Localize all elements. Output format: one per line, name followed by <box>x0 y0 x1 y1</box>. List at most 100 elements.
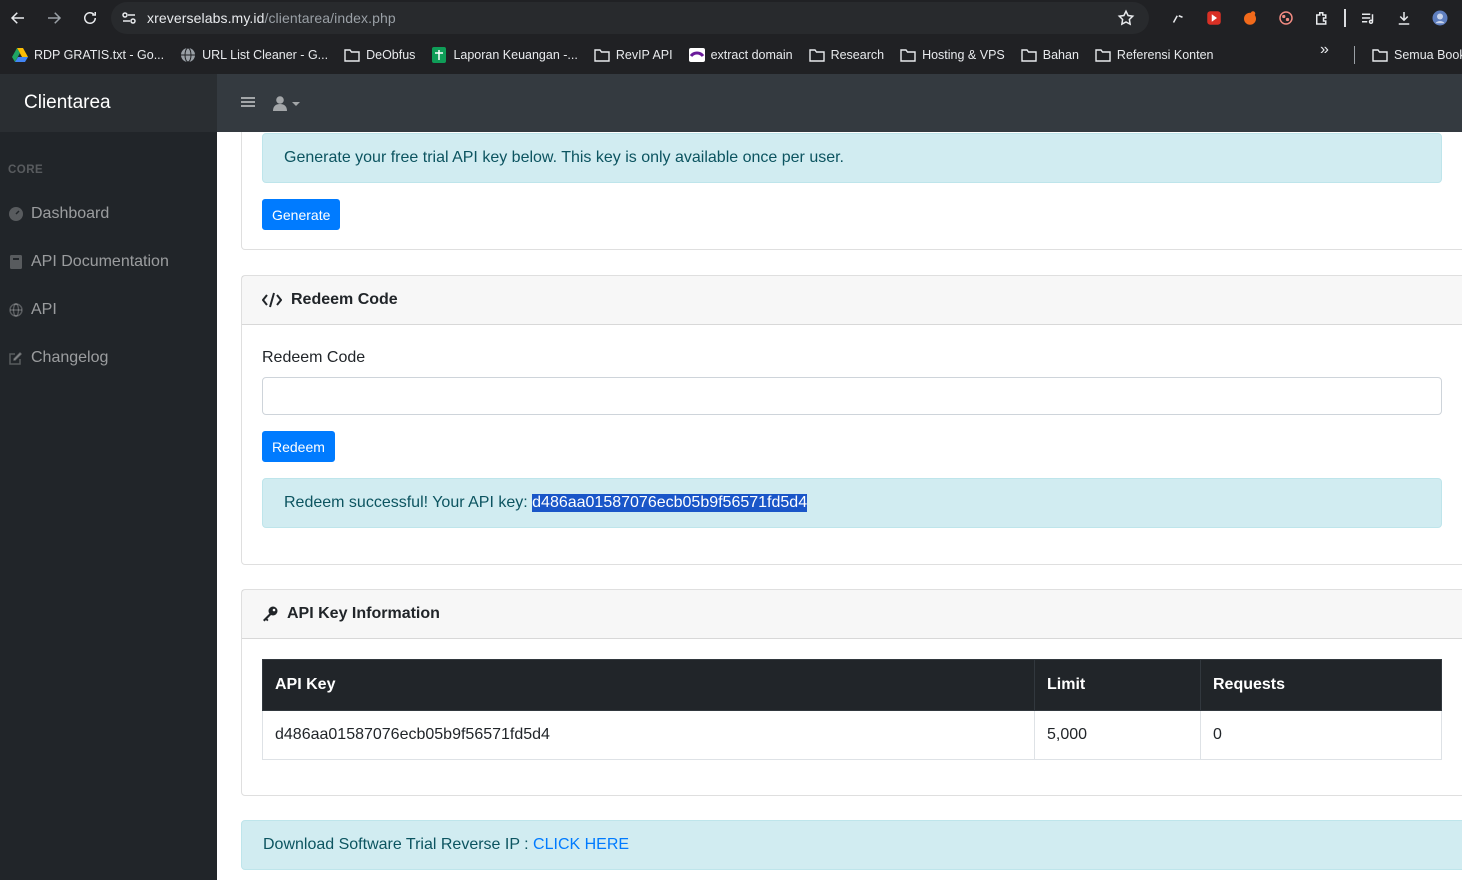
bookmark-bahan[interactable]: Bahan <box>1013 41 1087 69</box>
redeem-success-text: Redeem successful! Your API key: <box>284 494 533 511</box>
reload-icon <box>84 12 96 24</box>
api-key-info-header: API Key Information <box>242 590 1462 639</box>
bookmark-label: extract domain <box>710 48 793 62</box>
sheets-icon <box>431 47 447 63</box>
sidebar-item-label: API Documentation <box>31 253 169 270</box>
extensions-puzzle-icon[interactable] <box>1304 0 1340 36</box>
bookmark-label: DeObfus <box>366 48 416 62</box>
folder-icon <box>1095 47 1111 63</box>
sidebar-toggle-button[interactable] <box>241 93 255 114</box>
redeem-card: Redeem Code Redeem Code Redeem Redeem su… <box>241 275 1462 565</box>
table-header-row: API Key Limit Requests <box>262 659 1442 711</box>
address-bar[interactable]: xreverselabs.my.id/clientarea/index.php <box>111 2 1149 34</box>
redeemed-api-key[interactable]: d486aa01587076ecb05b9f56571fd5d4 <box>532 494 808 512</box>
redeem-button[interactable]: Redeem <box>262 431 335 462</box>
media-playlist-icon[interactable] <box>1350 0 1386 36</box>
google-drive-icon <box>12 47 28 63</box>
edit-icon <box>8 351 23 366</box>
bookmark-label: Bahan <box>1042 48 1079 62</box>
top-navbar: Clientarea <box>0 74 1462 132</box>
bookmark-label: URL List Cleaner - G... <box>202 48 329 62</box>
sidebar-item-api-documentation[interactable]: API Documentation <box>8 253 169 271</box>
trial-alert-text: Generate your free trial API key below. … <box>284 149 844 166</box>
bookmark-laporan-keuangan[interactable]: Laporan Keuangan -... <box>423 41 585 69</box>
download-alert: Download Software Trial Reverse IP : CLI… <box>241 820 1462 870</box>
extension-cookie-icon[interactable] <box>1268 0 1304 36</box>
sidebar-item-api[interactable]: API <box>8 301 57 319</box>
redeem-code-label: Redeem Code <box>262 349 366 366</box>
reload-button[interactable] <box>72 0 108 36</box>
bookmark-revip-api[interactable]: RevIP API <box>586 41 681 69</box>
trial-card: Generate your free trial API key below. … <box>241 132 1462 250</box>
bookmark-referensi-konten[interactable]: Referensi Konten <box>1087 41 1222 69</box>
profile-avatar-icon[interactable] <box>1422 0 1458 36</box>
folder-icon <box>1021 47 1037 63</box>
bookmark-star-icon[interactable] <box>1117 9 1135 32</box>
redeem-card-title: Redeem Code <box>291 291 398 308</box>
folder-icon <box>594 47 610 63</box>
sidebar-heading: CORE <box>8 164 44 176</box>
sidebar-item-dashboard[interactable]: Dashboard <box>8 205 109 223</box>
cell-requests: 0 <box>1200 710 1442 760</box>
book-icon <box>8 255 23 270</box>
bookmark-label: RDP GRATIS.txt - Go... <box>34 48 165 62</box>
api-key-info-title: API Key Information <box>287 605 440 622</box>
cell-api-key: d486aa01587076ecb05b9f56571fd5d4 <box>262 710 1035 760</box>
chevron-down-icon <box>292 102 300 106</box>
bookmark-extract-domain[interactable]: extract domain <box>681 41 801 69</box>
folder-icon <box>1372 47 1388 63</box>
cell-limit: 5,000 <box>1034 710 1201 760</box>
toolbar-separator <box>1344 9 1346 27</box>
bookmark-research[interactable]: Research <box>801 41 893 69</box>
site-info-icon[interactable] <box>111 10 147 26</box>
globe-icon <box>8 303 23 318</box>
sidebar-item-changelog[interactable]: Changelog <box>8 349 108 367</box>
sidebar-item-label: Changelog <box>31 349 109 366</box>
main-content: Generate your free trial API key below. … <box>217 132 1462 880</box>
extension-orange-icon[interactable] <box>1232 0 1268 36</box>
table-row: d486aa01587076ecb05b9f56571fd5d4 5,000 0 <box>262 710 1442 760</box>
bookmark-label: Referensi Konten <box>1116 48 1214 62</box>
bookmark-deobfus[interactable]: DeObfus <box>336 41 423 69</box>
extension-1-icon[interactable] <box>1160 0 1196 36</box>
all-bookmarks-folder[interactable]: Semua Book <box>1364 41 1462 69</box>
forward-button[interactable] <box>36 0 72 36</box>
folder-icon <box>344 47 360 63</box>
key-icon <box>262 606 278 622</box>
column-header-api-key: API Key <box>262 659 1035 711</box>
api-key-info-card: API Key Information API Key Limit Reques… <box>241 589 1462 796</box>
bookmarks-bar: RDP GRATIS.txt - Go... URL List Cleaner … <box>0 36 1462 74</box>
extension-red-play-icon[interactable] <box>1196 0 1232 36</box>
browser-toolbar: xreverselabs.my.id/clientarea/index.php <box>0 0 1462 36</box>
bookmark-rdp-gratis[interactable]: RDP GRATIS.txt - Go... <box>4 41 172 69</box>
bookmark-label: Hosting & VPS <box>922 48 1005 62</box>
column-header-requests: Requests <box>1200 659 1442 711</box>
folder-icon <box>900 47 916 63</box>
sidebar: CORE Dashboard API Documentation API Cha… <box>0 132 217 880</box>
back-button[interactable] <box>0 0 36 36</box>
bookmark-label: Laporan Keuangan -... <box>453 48 578 62</box>
url-text: xreverselabs.my.id/clientarea/index.php <box>147 10 396 26</box>
code-icon <box>262 292 282 308</box>
brand-link[interactable]: Clientarea <box>0 74 217 132</box>
bookmark-url-list-cleaner[interactable]: URL List Cleaner - G... <box>172 41 336 69</box>
redeem-success-alert: Redeem successful! Your API key: d486aa0… <box>262 478 1442 528</box>
column-header-limit: Limit <box>1034 659 1201 711</box>
bookmark-hosting-vps[interactable]: Hosting & VPS <box>892 41 1013 69</box>
bookmarks-separator <box>1354 46 1355 64</box>
more-bookmarks-button[interactable]: » <box>1320 41 1329 59</box>
api-key-table: API Key Limit Requests d486aa01587076ecb… <box>262 659 1442 760</box>
hamburger-icon <box>241 96 255 107</box>
site-icon <box>688 47 705 63</box>
user-dropdown-button[interactable] <box>273 95 300 111</box>
redeem-code-input[interactable] <box>262 377 1442 415</box>
bookmark-label: Semua Book <box>1394 48 1462 62</box>
download-icon[interactable] <box>1386 0 1422 36</box>
tachometer-icon <box>8 207 23 222</box>
download-text: Download Software Trial Reverse IP : <box>263 836 534 853</box>
sidebar-item-label: API <box>31 301 57 318</box>
download-link[interactable]: CLICK HERE <box>533 836 629 854</box>
globe-icon <box>180 47 196 63</box>
generate-button[interactable]: Generate <box>262 199 341 230</box>
arrow-left-icon <box>10 12 24 24</box>
